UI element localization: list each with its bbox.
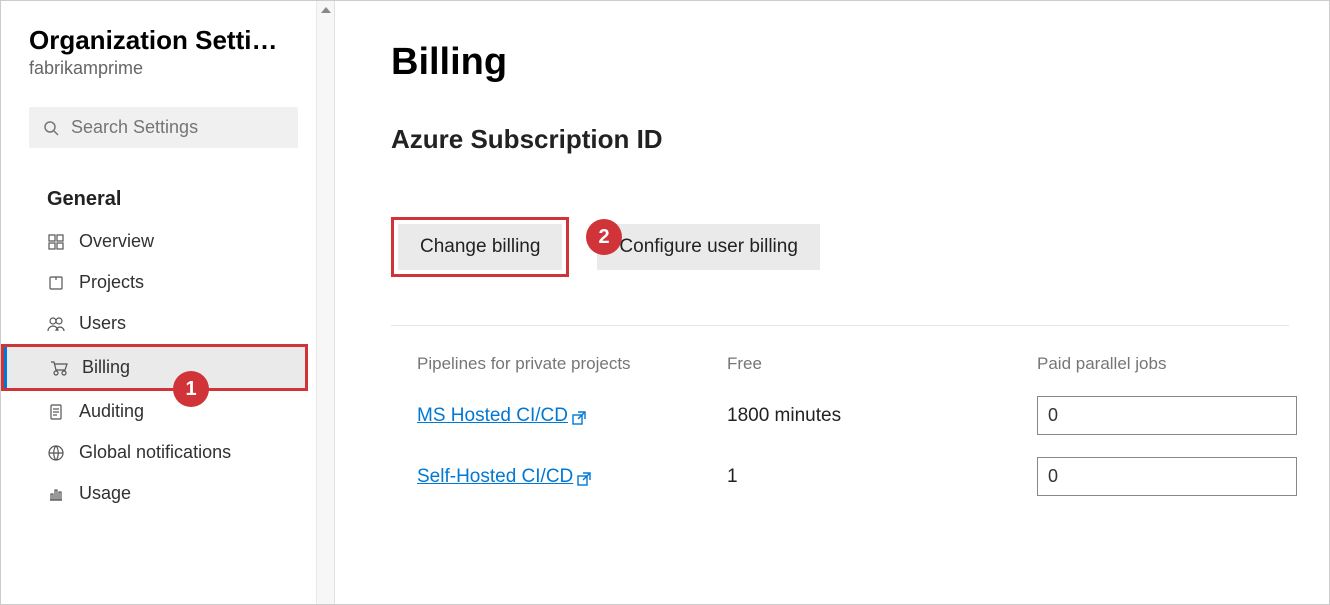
sidebar-item-label: Billing bbox=[82, 357, 130, 378]
scroll-up-icon[interactable] bbox=[317, 1, 335, 19]
table-row: Self-Hosted CI/CD bbox=[417, 457, 717, 496]
paid-jobs-input-ms[interactable] bbox=[1037, 396, 1297, 435]
paid-jobs-input-self[interactable] bbox=[1037, 457, 1297, 496]
sidebar-item-label: Users bbox=[79, 313, 126, 334]
sidebar-item-usage[interactable]: Usage bbox=[1, 473, 316, 514]
self-hosted-link[interactable]: Self-Hosted CI/CD bbox=[417, 466, 591, 488]
divider bbox=[391, 325, 1289, 326]
sidebar-item-auditing[interactable]: Auditing bbox=[1, 391, 316, 432]
subscription-heading: Azure Subscription ID bbox=[391, 124, 1289, 155]
sidebar-item-label: Overview bbox=[79, 231, 154, 252]
users-icon bbox=[47, 315, 65, 333]
usage-icon bbox=[47, 485, 65, 503]
free-value: 1 bbox=[727, 457, 1027, 496]
search-input[interactable] bbox=[71, 117, 284, 138]
sidebar: Organization Settin… fabrikamprime Gener… bbox=[1, 1, 335, 604]
external-link-icon bbox=[577, 470, 591, 484]
auditing-icon bbox=[47, 403, 65, 421]
free-value: 1800 minutes bbox=[727, 396, 1027, 435]
projects-icon bbox=[47, 274, 65, 292]
change-billing-highlight: Change billing bbox=[391, 217, 569, 277]
billing-icon bbox=[50, 359, 68, 377]
change-billing-button[interactable]: Change billing bbox=[398, 224, 562, 270]
col-header-free: Free bbox=[727, 354, 1027, 374]
paid-jobs-cell bbox=[1037, 457, 1329, 496]
section-general-label: General bbox=[1, 158, 316, 221]
search-settings-box[interactable] bbox=[29, 107, 298, 148]
ms-hosted-link[interactable]: MS Hosted CI/CD bbox=[417, 405, 586, 427]
org-settings-title: Organization Settin… bbox=[29, 25, 292, 56]
callout-badge-2: 2 bbox=[586, 219, 622, 255]
col-header-paid: Paid parallel jobs bbox=[1037, 354, 1329, 374]
sidebar-item-label: Projects bbox=[79, 272, 144, 293]
search-icon bbox=[43, 120, 59, 136]
sidebar-item-projects[interactable]: Projects bbox=[1, 262, 316, 303]
sidebar-item-users[interactable]: Users bbox=[1, 303, 316, 344]
org-name: fabrikamprime bbox=[29, 58, 292, 79]
configure-user-billing-button[interactable]: Configure user billing bbox=[597, 224, 820, 270]
main-content: Billing Azure Subscription ID Change bil… bbox=[335, 1, 1329, 604]
sidebar-item-label: Auditing bbox=[79, 401, 144, 422]
paid-jobs-cell bbox=[1037, 396, 1329, 435]
link-label: MS Hosted CI/CD bbox=[417, 405, 568, 427]
notifications-icon bbox=[47, 444, 65, 462]
sidebar-nav: Overview Projects Users bbox=[1, 221, 316, 514]
sidebar-item-label: Usage bbox=[79, 483, 131, 504]
callout-badge-1: 1 bbox=[173, 371, 209, 407]
billing-actions-row: Change billing Configure user billing bbox=[391, 217, 1289, 277]
external-link-icon bbox=[572, 409, 586, 423]
sidebar-item-global-notifications[interactable]: Global notifications bbox=[1, 432, 316, 473]
sidebar-item-label: Global notifications bbox=[79, 442, 231, 463]
pipelines-table: Pipelines for private projects Free Paid… bbox=[391, 354, 1289, 496]
overview-icon bbox=[47, 233, 65, 251]
sidebar-item-billing[interactable]: Billing bbox=[1, 344, 308, 391]
sidebar-item-overview[interactable]: Overview bbox=[1, 221, 316, 262]
sidebar-scrollbar[interactable] bbox=[316, 1, 334, 604]
page-title: Billing bbox=[391, 41, 1289, 84]
table-row: MS Hosted CI/CD bbox=[417, 396, 717, 435]
link-label: Self-Hosted CI/CD bbox=[417, 466, 573, 488]
col-header-pipelines: Pipelines for private projects bbox=[417, 354, 717, 374]
